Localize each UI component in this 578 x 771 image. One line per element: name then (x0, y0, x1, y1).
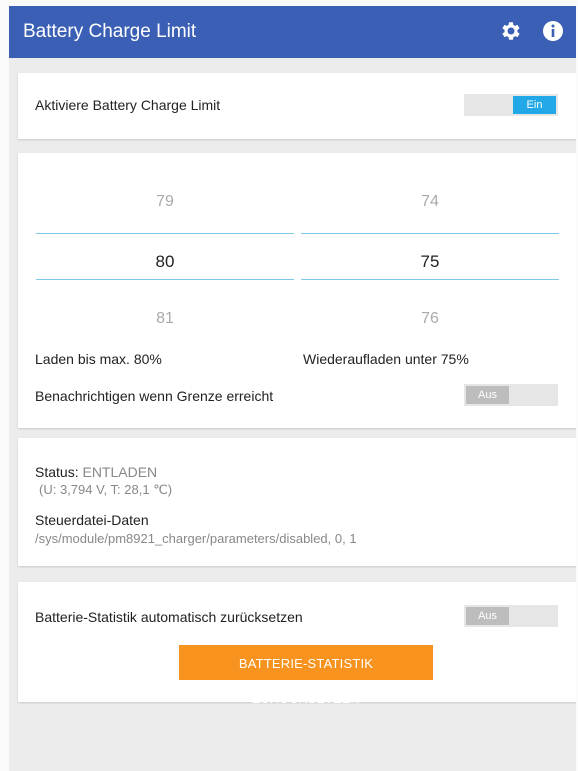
enable-toggle[interactable]: Ein (464, 94, 558, 116)
recharge-next-value: 76 (421, 310, 439, 327)
auto-reset-toggle[interactable]: Aus (464, 605, 558, 627)
max-prev-value: 79 (156, 193, 174, 210)
enable-toggle-state: Ein (513, 96, 556, 114)
enable-label: Aktiviere Battery Charge Limit (35, 97, 221, 113)
max-charge-picker[interactable]: 79 80 81 (36, 153, 294, 327)
picker-divider (301, 279, 559, 280)
max-next-value: 81 (156, 310, 174, 327)
control-file-value: /sys/module/pm8921_charger/parameters/di… (35, 531, 357, 546)
info-icon[interactable] (541, 19, 565, 43)
status-value: ENTLADEN (82, 464, 158, 480)
max-current-value: 80 (155, 252, 175, 271)
app-title: Battery Charge Limit (23, 21, 197, 42)
app-bar: Battery Charge Limit (9, 6, 576, 58)
enable-card: Aktiviere Battery Charge Limit Ein (18, 73, 576, 139)
recharge-label: Wiederaufladen unter 75% (303, 351, 469, 367)
picker-divider (301, 233, 559, 234)
notify-toggle[interactable]: Aus (464, 384, 558, 406)
picker-divider (36, 279, 294, 280)
recharge-picker[interactable]: 74 75 76 (301, 153, 559, 327)
limits-card: 79 80 81 74 75 76 Laden bis max. 80% Wie… (18, 153, 576, 428)
max-charge-label: Laden bis max. 80% (35, 351, 162, 367)
reset-stats-button[interactable]: BATTERIE-STATISTIK ZURÜCKSETZEN (179, 645, 433, 706)
gear-icon[interactable] (499, 19, 523, 43)
auto-reset-label: Batterie-Statistik automatisch zurückset… (35, 609, 303, 625)
app-window: Battery Charge Limit Aktiviere Battery C… (9, 6, 576, 771)
control-file-heading: Steuerdatei-Daten (35, 512, 149, 528)
stats-card: Batterie-Statistik automatisch zurückset… (18, 582, 576, 706)
picker-divider (36, 233, 294, 234)
status-card: Status: ENTLADEN (U: 3,794 V, T: 28,1 ℃)… (18, 438, 576, 566)
recharge-prev-value: 74 (421, 193, 439, 210)
notify-label: Benachrichtigen wenn Grenze erreicht (35, 388, 274, 404)
status-label: Status: (35, 464, 79, 480)
notify-toggle-state: Aus (466, 386, 509, 404)
auto-reset-toggle-state: Aus (466, 607, 509, 625)
status-detail: (U: 3,794 V, T: 28,1 ℃) (39, 482, 173, 497)
recharge-current-value: 75 (420, 252, 440, 271)
status-line: Status: ENTLADEN (35, 464, 157, 480)
